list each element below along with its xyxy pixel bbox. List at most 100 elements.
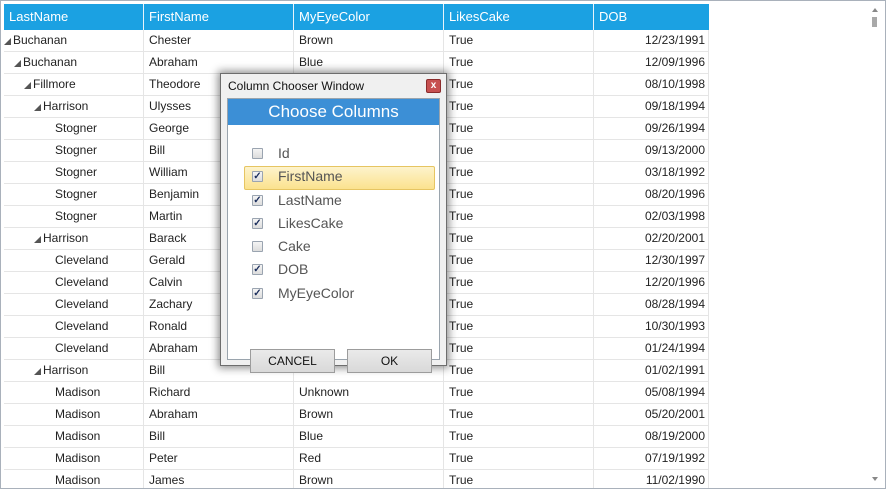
checkbox-checked-icon[interactable]: ✓ [252, 264, 263, 276]
expand-triangle-icon[interactable] [4, 38, 11, 45]
column-option-likescake[interactable]: ✓ LikesCake [248, 213, 435, 236]
cell-lastname: Madison [4, 470, 144, 488]
cell-dob: 08/10/1998 [594, 74, 709, 95]
table-row[interactable]: Madison Abraham Brown True 05/20/2001 [4, 404, 709, 426]
column-option-firstname[interactable]: ✓ FirstName [244, 166, 435, 190]
table-row[interactable]: Madison Peter Red True 07/19/1992 [4, 448, 709, 470]
cell-text: Madison [55, 385, 101, 399]
cell-text: Stogner [55, 165, 98, 179]
checkbox-checked-icon[interactable]: ✓ [252, 171, 263, 183]
column-option-label: LikesCake [278, 214, 344, 231]
cell-text: Harrison [43, 363, 89, 377]
cell-likescake: True [444, 140, 594, 161]
cell-dob: 01/02/1991 [594, 360, 709, 381]
column-option-cake[interactable]: Cake [248, 236, 435, 259]
cell-text: Stogner [55, 209, 98, 223]
cell-dob: 12/20/1996 [594, 272, 709, 293]
cell-firstname: Chester [144, 30, 294, 51]
cell-myeyecolor: Blue [294, 426, 444, 447]
cell-likescake: True [444, 316, 594, 337]
cell-likescake: True [444, 338, 594, 359]
expand-triangle-icon[interactable] [34, 236, 41, 243]
cell-dob: 09/18/1994 [594, 96, 709, 117]
cell-dob: 08/28/1994 [594, 294, 709, 315]
cell-firstname: Peter [144, 448, 294, 469]
column-header-likescake[interactable]: LikesCake [444, 4, 594, 30]
scroll-down-icon[interactable] [872, 477, 878, 481]
cell-text: Cleveland [55, 253, 109, 267]
expand-triangle-icon[interactable] [34, 104, 41, 111]
cell-likescake: True [444, 360, 594, 381]
cell-myeyecolor: Unknown [294, 382, 444, 403]
cell-firstname: James [144, 470, 294, 488]
column-option-id[interactable]: Id [248, 143, 435, 166]
expand-triangle-icon[interactable] [24, 82, 31, 89]
cell-likescake: True [444, 448, 594, 469]
cell-dob: 11/02/1990 [594, 470, 709, 488]
cell-text: Stogner [55, 143, 98, 157]
table-row[interactable]: Madison Richard Unknown True 05/08/1994 [4, 382, 709, 404]
expand-triangle-icon[interactable] [14, 60, 21, 67]
column-header-firstname[interactable]: FirstName [144, 4, 294, 30]
cell-likescake: True [444, 30, 594, 51]
cell-lastname: Cleveland [4, 250, 144, 271]
cell-lastname: Harrison [4, 360, 144, 381]
column-option-myeyecolor[interactable]: ✓ MyEyeColor [248, 283, 435, 306]
expand-triangle-icon[interactable] [34, 368, 41, 375]
column-header-dob[interactable]: DOB [594, 4, 709, 30]
column-checklist: Id ✓ FirstName ✓ LastName ✓ LikesCake Cake ✓ DOB ✓… [244, 143, 435, 306]
cancel-button[interactable]: CANCEL [250, 349, 335, 373]
cell-lastname: Stogner [4, 206, 144, 227]
column-header-lastname[interactable]: LastName [4, 4, 144, 30]
checkbox-checked-icon[interactable]: ✓ [252, 217, 263, 229]
checkbox-unchecked-icon[interactable] [252, 148, 263, 159]
checkbox-unchecked-icon[interactable] [252, 241, 263, 253]
cell-myeyecolor: Brown [294, 30, 444, 51]
cell-text: Buchanan [13, 33, 68, 47]
column-option-label: MyEyeColor [278, 284, 355, 301]
scroll-thumb[interactable] [872, 17, 877, 27]
cell-likescake: True [444, 228, 594, 249]
table-row[interactable]: Madison Bill Blue True 08/19/2000 [4, 426, 709, 448]
cell-dob: 05/08/1994 [594, 382, 709, 403]
cell-dob: 03/18/1992 [594, 162, 709, 183]
vertical-scrollbar[interactable] [868, 2, 884, 487]
column-chooser-dialog: Column Chooser Window x Choose Columns I… [220, 73, 447, 373]
cell-myeyecolor: Brown [294, 404, 444, 425]
cell-likescake: True [444, 206, 594, 227]
cell-text: Madison [55, 429, 101, 443]
cell-likescake: True [444, 470, 594, 488]
cell-lastname: Madison [4, 404, 144, 425]
cell-myeyecolor: Blue [294, 52, 444, 73]
cell-dob: 01/24/1994 [594, 338, 709, 359]
column-option-label: Cake [278, 238, 311, 255]
column-option-lastname[interactable]: ✓ LastName [248, 190, 435, 213]
cell-lastname: Cleveland [4, 294, 144, 315]
close-icon[interactable]: x [426, 79, 441, 93]
cell-text: Buchanan [23, 55, 78, 69]
table-row[interactable]: Madison James Brown True 11/02/1990 [4, 470, 709, 488]
cell-firstname: Richard [144, 382, 294, 403]
cell-text: Cleveland [55, 341, 109, 355]
column-header-myeyecolor[interactable]: MyEyeColor [294, 4, 444, 30]
choose-columns-header: Choose Columns [228, 99, 439, 125]
column-option-label: FirstName [278, 168, 343, 185]
column-option-dob[interactable]: ✓ DOB [248, 259, 435, 282]
dialog-title: Column Chooser Window [228, 79, 365, 93]
cell-text: Madison [55, 451, 101, 465]
ok-button[interactable]: OK [347, 349, 432, 373]
cell-dob: 02/03/1998 [594, 206, 709, 227]
cell-text: Stogner [55, 187, 98, 201]
table-row[interactable]: Buchanan Abraham Blue True 12/09/1996 [4, 52, 709, 74]
cell-dob: 07/19/1992 [594, 448, 709, 469]
cell-lastname: Cleveland [4, 338, 144, 359]
cell-dob: 12/30/1997 [594, 250, 709, 271]
checkbox-checked-icon[interactable]: ✓ [252, 287, 263, 299]
cell-text: Stogner [55, 121, 98, 135]
cell-firstname: Abraham [144, 52, 294, 73]
table-row[interactable]: Buchanan Chester Brown True 12/23/1991 [4, 30, 709, 52]
checkbox-checked-icon[interactable]: ✓ [252, 194, 263, 206]
cell-firstname: Abraham [144, 404, 294, 425]
scroll-up-icon[interactable] [872, 8, 878, 12]
cell-lastname: Stogner [4, 140, 144, 161]
